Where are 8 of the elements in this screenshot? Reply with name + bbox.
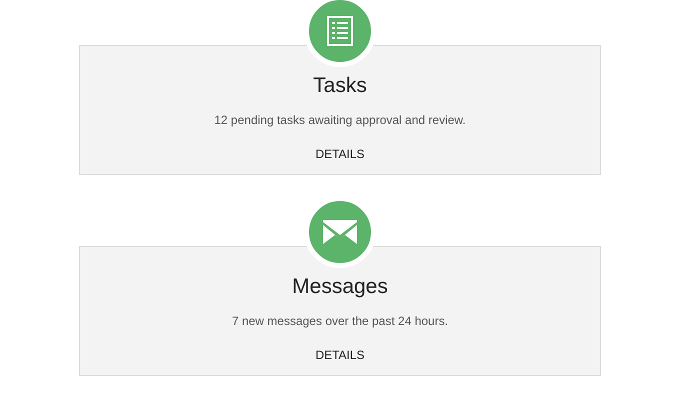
card-title: Tasks [313, 74, 367, 98]
card-description: 7 new messages over the past 24 hours. [232, 313, 448, 329]
envelope-icon [323, 220, 357, 244]
details-link[interactable]: DETAILS [315, 347, 365, 363]
list-icon [327, 16, 353, 46]
card-description: 12 pending tasks awaiting approval and review. [214, 112, 466, 128]
details-link[interactable]: DETAILS [315, 146, 365, 162]
card-title: Messages [292, 275, 388, 299]
